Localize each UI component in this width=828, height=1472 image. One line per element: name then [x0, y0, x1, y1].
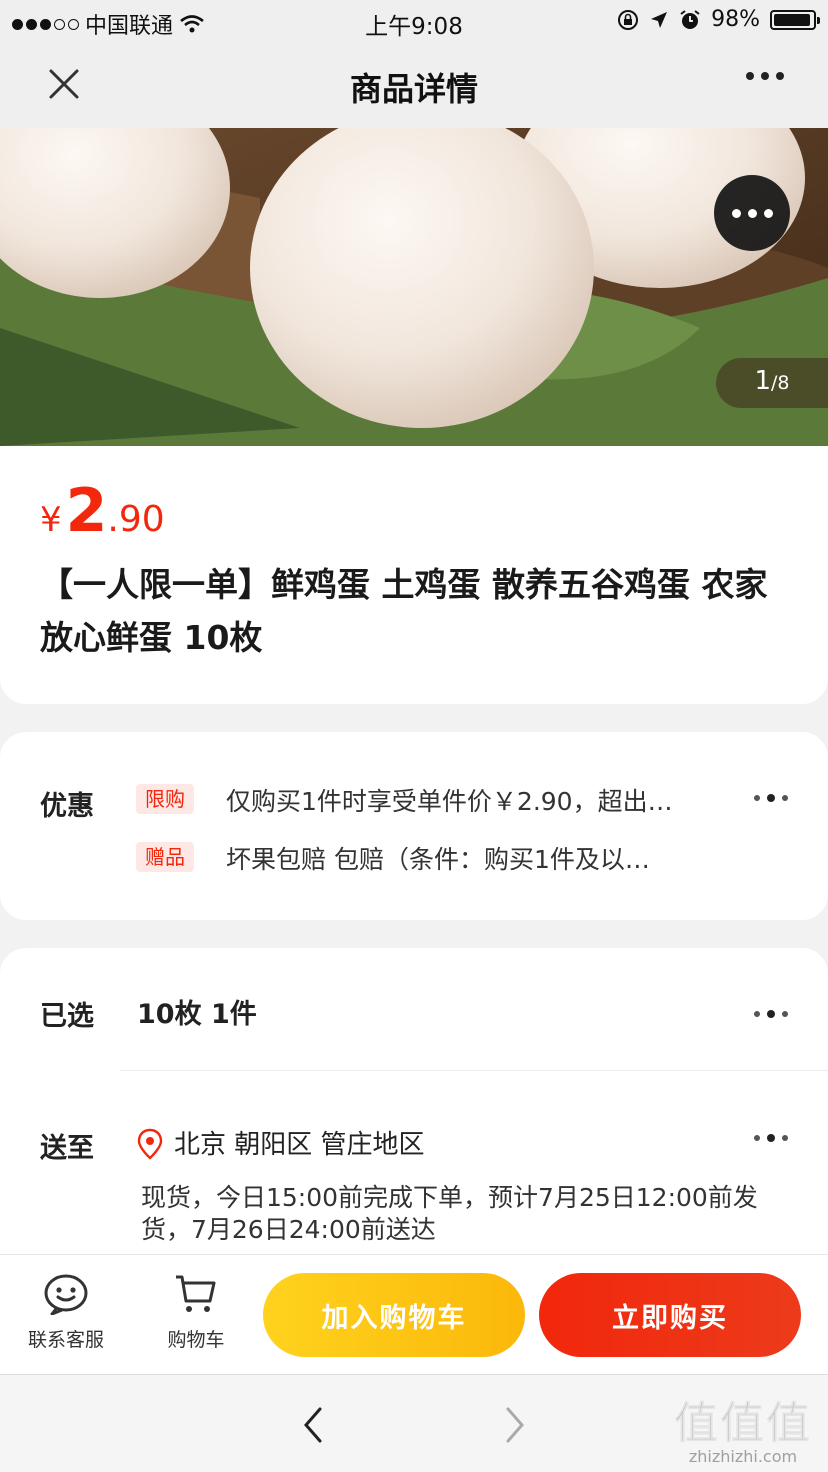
back-chevron-icon[interactable]: [298, 1405, 328, 1445]
ship-to-label: 送至: [40, 1133, 94, 1164]
watermark: 值值值 zhizhizhi.com: [668, 1387, 818, 1467]
price-integer: 2: [65, 476, 108, 546]
cart-label: 购物车: [167, 1329, 225, 1351]
price-currency: ¥: [40, 500, 62, 540]
watermark-url: zhizhizhi.com: [688, 1447, 798, 1466]
rotation-lock-icon: [618, 9, 639, 30]
product-title: 【一人限一单】鲜鸡蛋 土鸡蛋 散养五谷鸡蛋 农家放心鲜蛋 10枚: [40, 565, 768, 657]
address-more-icon[interactable]: [754, 1134, 788, 1142]
promo-tag-gift: 赠品: [136, 842, 194, 872]
promo-text-gift: 坏果包赔 包赔（条件：购买1件及以…: [226, 845, 650, 874]
selected-spec-value[interactable]: 10枚 1件: [137, 992, 257, 1031]
product-photo: [0, 128, 828, 446]
image-counter-current: 1: [754, 366, 772, 396]
forward-chevron-icon[interactable]: [500, 1405, 530, 1445]
image-counter: 1 /8: [716, 358, 828, 408]
product-image-carousel[interactable]: 1 /8: [0, 128, 828, 446]
buy-now-button[interactable]: 立即购买: [539, 1273, 801, 1357]
spec-more-icon[interactable]: [754, 1010, 788, 1018]
promo-text-limit: 仅购买1件时享受单件价￥2.90，超出…: [226, 787, 673, 816]
nav-bar: 商品详情: [0, 42, 828, 128]
customer-service-button[interactable]: 联系客服: [11, 1273, 121, 1352]
watermark-logo: 值值值: [674, 1398, 812, 1450]
battery-percent: 98%: [711, 7, 760, 32]
product-info-card: ¥ 2 .90 【一人限一单】鲜鸡蛋 土鸡蛋 散养五谷鸡蛋 农家放心鲜蛋 10枚: [0, 446, 828, 704]
image-more-icon[interactable]: [714, 175, 790, 251]
promo-label: 优惠: [40, 791, 94, 822]
add-to-cart-button[interactable]: 加入购物车: [263, 1273, 525, 1357]
status-bar: 中国联通 上午9:08 98%: [0, 0, 828, 42]
more-icon[interactable]: [746, 72, 784, 80]
price-decimal: .90: [107, 499, 165, 540]
battery-fill: [774, 13, 811, 26]
spec-card: 已选 10枚 1件 送至 北京 朝阳区 管庄地区 现货，今日15:00前完成下单…: [0, 948, 828, 1254]
selected-label: 已选: [40, 1001, 94, 1032]
alarm-icon: [680, 9, 700, 29]
promotion-card[interactable]: 优惠 限购 仅购买1件时享受单件价￥2.90，超出… 赠品 坏果包赔 包赔（条件…: [0, 732, 828, 920]
promo-more-icon[interactable]: [754, 794, 788, 802]
cart-icon: [176, 1275, 216, 1312]
cart-button[interactable]: 购物车: [141, 1273, 251, 1352]
location-arrow-icon: [651, 11, 668, 28]
location-pin-icon: [137, 1128, 163, 1160]
delivery-estimate: 现货，今日15:00前完成下单，预计7月25日12:00前发货，7月26日24:…: [141, 1183, 758, 1244]
promo-tag-limit: 限购: [136, 784, 194, 814]
shipping-address[interactable]: 北京 朝阳区 管庄地区: [174, 1124, 425, 1161]
page-title: 商品详情: [349, 70, 478, 108]
divider: [120, 1070, 828, 1071]
action-bar: 联系客服 购物车 加入购物车 立即购买: [0, 1254, 828, 1374]
battery-icon: [770, 9, 820, 30]
customer-service-label: 联系客服: [27, 1329, 104, 1351]
image-counter-total: /8: [771, 372, 790, 394]
browser-toolbar: 值值值 zhizhizhi.com: [0, 1374, 828, 1472]
status-right: 98%: [617, 7, 820, 32]
product-price: ¥ 2 .90: [40, 476, 165, 546]
customer-service-icon: [44, 1274, 88, 1316]
